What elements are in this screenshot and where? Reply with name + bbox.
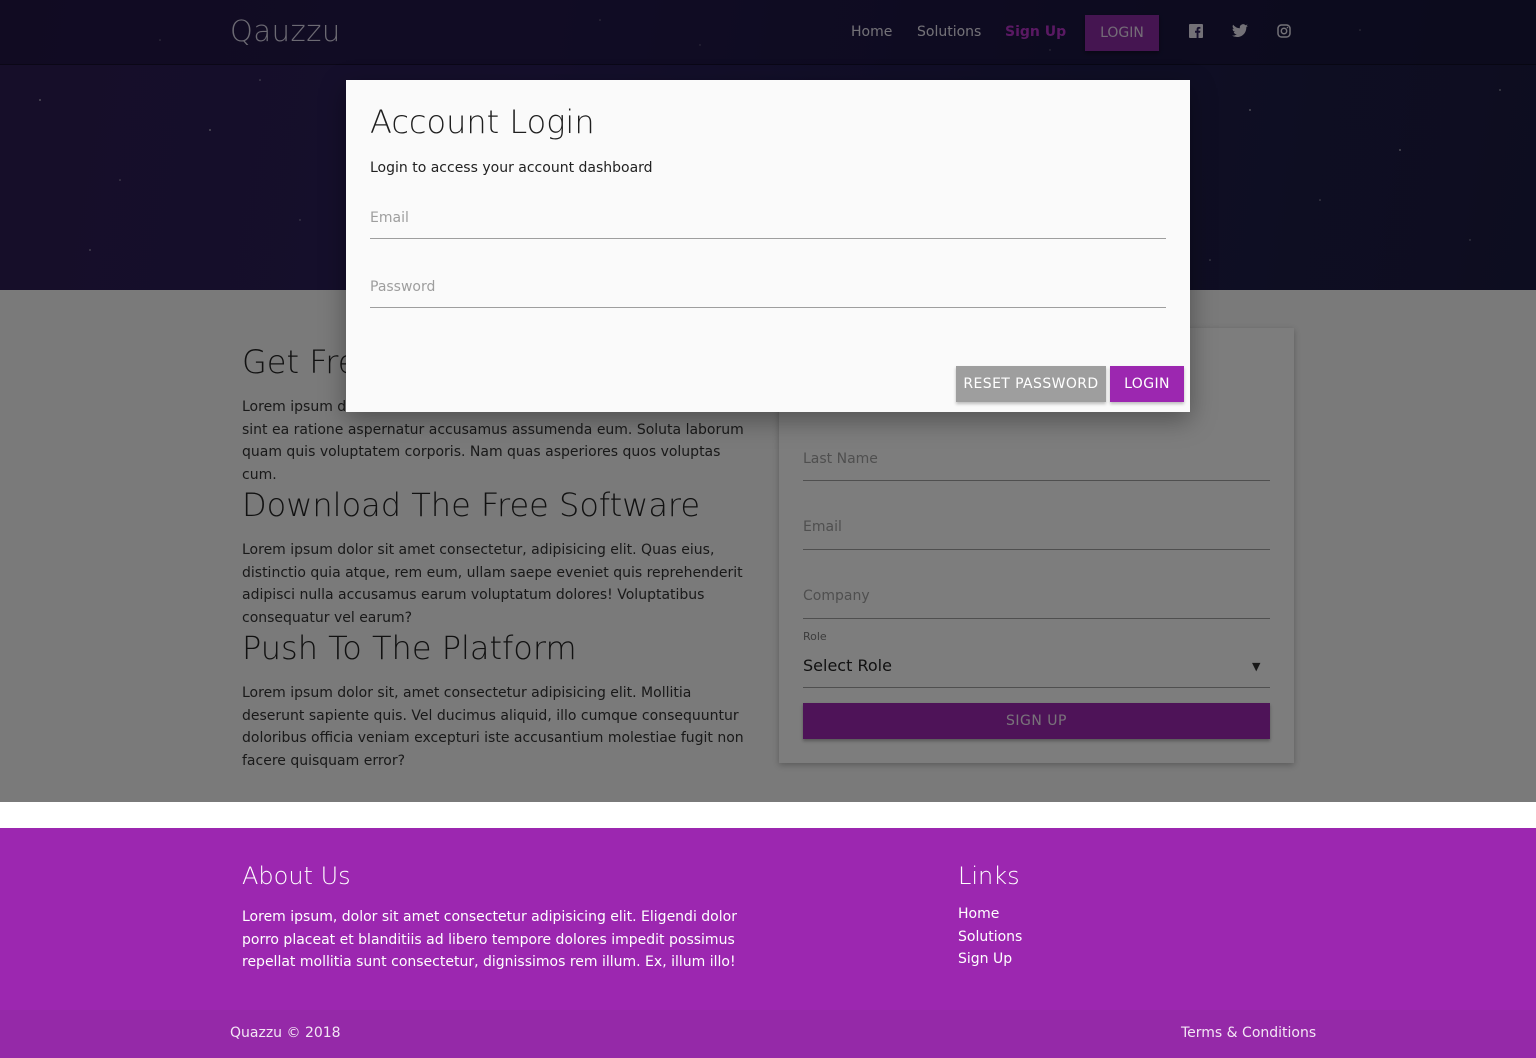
footer-links-title: Links	[958, 862, 1020, 890]
footer-about-title: About Us	[242, 862, 351, 890]
login-email-field[interactable]: Email	[370, 210, 409, 226]
footer-about-text: Lorem ipsum, dolor sit amet consectetur …	[242, 909, 737, 970]
footer-terms-link[interactable]: Terms & Conditions	[1181, 1025, 1316, 1041]
modal-login-button[interactable]: LOGIN	[1110, 366, 1184, 402]
footer-link-home[interactable]: Home	[958, 906, 999, 922]
modal-subtitle: Login to access your account dashboard	[370, 160, 653, 176]
login-password-underline	[370, 307, 1166, 308]
footer-link-solutions[interactable]: Solutions	[958, 929, 1022, 945]
reset-password-button[interactable]: RESET PASSWORD	[956, 366, 1106, 402]
login-modal: Account Login Login to access your accou…	[346, 80, 1190, 412]
footer-link-signup[interactable]: Sign Up	[958, 951, 1012, 967]
login-email-underline	[370, 238, 1166, 239]
login-password-field[interactable]: Password	[370, 279, 435, 295]
footer-copyright: Quazzu © 2018	[230, 1025, 341, 1041]
modal-title: Account Login	[370, 103, 595, 141]
